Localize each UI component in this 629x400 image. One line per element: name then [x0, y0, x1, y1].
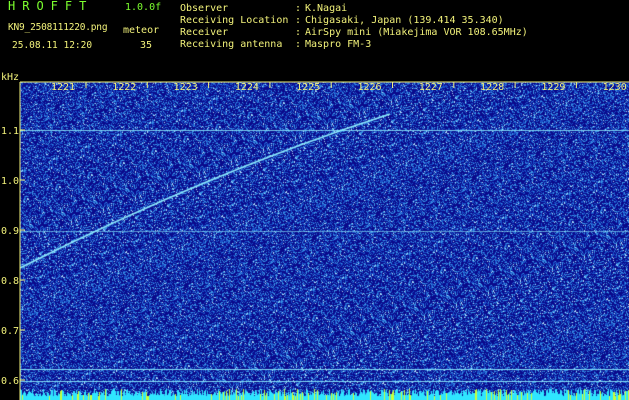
frequency-tick-label: 0.8: [1, 276, 19, 287]
frequency-tick-label: 0.7: [1, 326, 19, 337]
frequency-tick-label: 0.6: [1, 376, 19, 387]
time-tick-label: 1224: [235, 82, 259, 93]
spectrogram-axes: 1221 1222 1223 1224 1225 1226 1227 1228 1229 1230…: [1, 81, 629, 400]
frequency-tick-label: 1.1: [1, 126, 19, 137]
time-tick-label: 1223: [174, 82, 198, 93]
time-tick-label: 1230: [603, 82, 627, 93]
frequency-tick-label: 0.9: [1, 226, 19, 237]
hrofft-window: HROFFT 1.0.0f KN9_2508111220.png meteor …: [0, 0, 629, 400]
time-tick-label: 1228: [480, 82, 504, 93]
time-tick-label: 1226: [357, 82, 381, 93]
time-tick-label: 1222: [112, 82, 136, 93]
time-tick-label: 1229: [541, 82, 565, 93]
frequency-tick-label: 1.0: [1, 176, 19, 187]
time-tick-label: 1227: [419, 82, 443, 93]
time-tick-label: 1221: [51, 82, 75, 93]
time-tick-label: 1225: [296, 82, 320, 93]
